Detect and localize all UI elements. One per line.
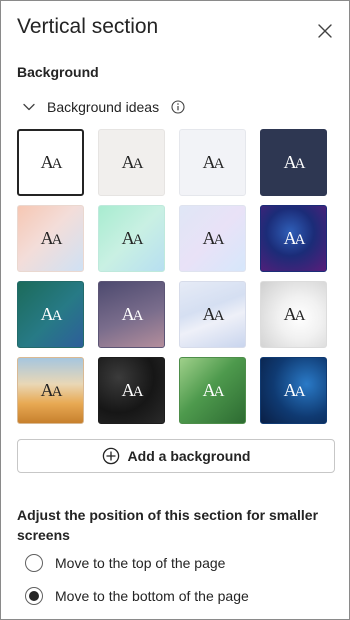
aa-sample-text: AA bbox=[121, 228, 144, 248]
aa-sample-text: AA bbox=[202, 380, 225, 400]
bg-tile-lavender-gradient[interactable]: AA bbox=[179, 205, 246, 272]
add-circle-icon bbox=[102, 447, 119, 465]
add-background-button[interactable]: Add a background bbox=[17, 439, 335, 473]
add-background-label: Add a background bbox=[127, 448, 251, 464]
aa-sample-text: AA bbox=[283, 228, 306, 248]
aa-sample-text: AA bbox=[121, 380, 144, 400]
radio-button[interactable] bbox=[25, 554, 43, 572]
aa-sample-text: AA bbox=[283, 152, 306, 172]
aa-sample-text: AA bbox=[202, 228, 225, 248]
background-ideas-toggle[interactable]: Background ideas bbox=[17, 95, 185, 119]
aa-sample-text: AA bbox=[283, 304, 306, 324]
aa-sample-text: AA bbox=[121, 152, 144, 172]
bg-tile-light-blue-wave[interactable]: AA bbox=[179, 281, 246, 348]
bg-tile-green-leaf[interactable]: AA bbox=[179, 357, 246, 424]
radio-move-to-top[interactable]: Move to the top of the page bbox=[25, 552, 225, 574]
info-icon[interactable] bbox=[171, 100, 185, 114]
bg-tile-mint-gradient[interactable]: AA bbox=[98, 205, 165, 272]
aa-sample-text: AA bbox=[40, 152, 63, 172]
bg-tile-golden-bokeh[interactable]: AA bbox=[17, 357, 84, 424]
bg-tile-white[interactable]: AA bbox=[17, 129, 84, 196]
background-heading: Background bbox=[17, 64, 99, 80]
vertical-section-panel: Vertical section Background Background i… bbox=[0, 0, 350, 620]
bg-tile-white-foliage[interactable]: AA bbox=[260, 281, 327, 348]
close-icon[interactable] bbox=[315, 21, 335, 41]
aa-sample-text: AA bbox=[202, 152, 225, 172]
aa-sample-text: AA bbox=[283, 380, 306, 400]
position-heading: Adjust the position of this section for … bbox=[17, 507, 319, 543]
bg-tile-pale-blue-gray[interactable]: AA bbox=[179, 129, 246, 196]
aa-sample-text: AA bbox=[40, 380, 63, 400]
panel-title: Vertical section bbox=[17, 15, 159, 38]
radio-move-to-bottom[interactable]: Move to the bottom of the page bbox=[25, 585, 249, 607]
chevron-down-icon bbox=[23, 103, 35, 111]
bg-tile-blue-network[interactable]: AA bbox=[260, 357, 327, 424]
radio-selected-dot bbox=[29, 591, 39, 601]
bg-tile-teal-green[interactable]: AA bbox=[17, 281, 84, 348]
aa-sample-text: AA bbox=[202, 304, 225, 324]
bg-tile-light-gray[interactable]: AA bbox=[98, 129, 165, 196]
background-ideas-label: Background ideas bbox=[47, 99, 160, 115]
bg-tile-black-swirl[interactable]: AA bbox=[98, 357, 165, 424]
bg-tile-navy[interactable]: AA bbox=[260, 129, 327, 196]
radio-label-top: Move to the top of the page bbox=[55, 555, 226, 571]
aa-sample-text: AA bbox=[40, 304, 63, 324]
radio-label-bottom: Move to the bottom of the page bbox=[55, 588, 249, 604]
aa-sample-text: AA bbox=[40, 228, 63, 248]
aa-sample-text: AA bbox=[121, 304, 144, 324]
bg-tile-peach-gradient[interactable]: AA bbox=[17, 205, 84, 272]
bg-tile-dusky-purple[interactable]: AA bbox=[98, 281, 165, 348]
background-tile-grid: AA AA AA AA AA AA AA AA AA AA AA AA AA A… bbox=[17, 129, 329, 424]
radio-button-selected[interactable] bbox=[25, 587, 43, 605]
bg-tile-deep-blue-purple[interactable]: AA bbox=[260, 205, 327, 272]
